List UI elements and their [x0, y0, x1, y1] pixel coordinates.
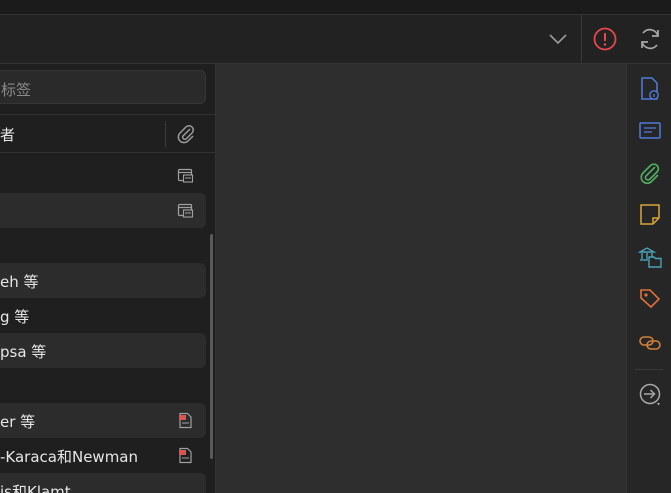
- column-header-creator[interactable]: 者: [0, 124, 15, 145]
- row-creator: -Karaca和Newman: [0, 448, 139, 466]
- notes-icon[interactable]: [638, 202, 662, 228]
- search-input[interactable]: 标签: [0, 70, 206, 104]
- column-header: 者: [0, 114, 215, 153]
- table-row[interactable]: [0, 368, 206, 403]
- attachment-column-icon[interactable]: [176, 123, 196, 145]
- locate-icon[interactable]: [638, 381, 662, 407]
- abstract-icon[interactable]: [638, 118, 662, 144]
- row-creator: er 等: [0, 413, 36, 431]
- row-creator: eh 等: [0, 273, 39, 291]
- item-pane-empty: [216, 64, 626, 493]
- table-row[interactable]: er 等: [0, 403, 206, 438]
- table-row[interactable]: eh 等: [0, 263, 206, 298]
- pdf-icon[interactable]: [177, 447, 194, 464]
- pdf-icon[interactable]: [177, 412, 194, 429]
- side-nav-rail: [626, 64, 671, 493]
- items-scrollbar[interactable]: [210, 234, 213, 459]
- table-row[interactable]: [0, 193, 206, 228]
- toolbar-divider: [581, 15, 582, 63]
- related-icon[interactable]: [638, 329, 662, 355]
- window-titlebar: [0, 0, 671, 15]
- toolbar: [0, 15, 671, 64]
- row-creator: psa 等: [0, 343, 47, 361]
- web-snapshot-icon[interactable]: [177, 167, 194, 184]
- rail-divider: [635, 369, 663, 370]
- tags-icon[interactable]: [638, 286, 662, 312]
- sync-icon[interactable]: [637, 25, 663, 53]
- row-creator: is和Klamt: [0, 483, 71, 493]
- table-row[interactable]: [0, 158, 206, 193]
- info-icon[interactable]: [638, 76, 662, 102]
- table-row[interactable]: -Karaca和Newman: [0, 438, 206, 473]
- column-divider: [165, 121, 166, 147]
- table-row[interactable]: g 等: [0, 298, 206, 333]
- chevron-down-icon[interactable]: [546, 27, 570, 51]
- web-snapshot-icon[interactable]: [177, 202, 194, 219]
- table-row[interactable]: [0, 228, 206, 263]
- table-row[interactable]: is和Klamt: [0, 473, 206, 493]
- table-row[interactable]: psa 等: [0, 333, 206, 368]
- row-creator: g 等: [0, 308, 30, 326]
- search-placeholder: 标签: [1, 81, 32, 99]
- libraries-collections-icon[interactable]: [637, 244, 662, 270]
- items-pane: 标签 者 eh 等 g 等 psa 等 er 等 -Karaca和Newman …: [0, 64, 216, 493]
- attachments-icon[interactable]: [638, 160, 662, 186]
- alert-icon[interactable]: [591, 25, 619, 53]
